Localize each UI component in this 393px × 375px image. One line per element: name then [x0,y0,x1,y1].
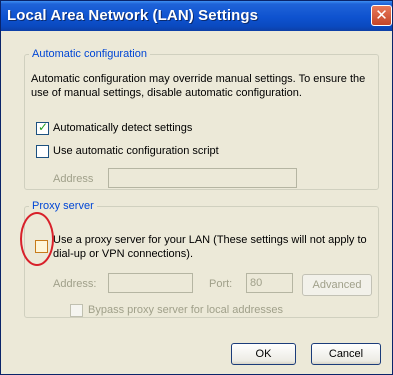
proxy-port-label: Port: [209,278,233,290]
proxy-address-input[interactable] [108,273,193,293]
close-button[interactable]: ✕ [371,5,392,26]
bypass-local-label: Bypass proxy server for local addresses [88,304,284,316]
auto-script-checkbox[interactable] [36,145,49,158]
title-bar[interactable]: Local Area Network (LAN) Settings ✕ [1,1,392,31]
lan-settings-dialog: Local Area Network (LAN) Settings ✕ Auto… [0,0,393,375]
proxy-port-value: 80 [250,277,263,289]
automatic-configuration-group: Automatic configuration Automatic config… [24,48,379,190]
proxy-port-input[interactable]: 80 [246,273,293,293]
proxy-address-label: Address: [53,278,97,290]
auto-detect-checkbox[interactable] [36,120,49,135]
close-icon: ✕ [375,7,388,24]
proxy-server-group: Proxy server Use a proxy server for your… [24,200,379,318]
auto-script-label[interactable]: Use automatic configuration script [53,145,219,157]
window-title: Local Area Network (LAN) Settings [7,7,259,24]
automatic-configuration-legend: Automatic configuration [32,48,147,60]
auto-detect-label[interactable]: Automatically detect settings [53,122,192,134]
proxy-server-legend: Proxy server [32,200,94,212]
cancel-button[interactable]: Cancel [311,343,381,365]
bypass-local-checkbox[interactable] [70,304,83,317]
script-address-label: Address [53,173,94,185]
use-proxy-label[interactable]: Use a proxy server for your LAN (These s… [53,233,373,261]
automatic-configuration-description: Automatic configuration may override man… [31,73,366,99]
ok-button[interactable]: OK [231,343,296,365]
advanced-button[interactable]: Advanced [302,274,372,296]
use-proxy-checkbox[interactable] [35,240,48,253]
script-address-input[interactable] [108,168,297,188]
